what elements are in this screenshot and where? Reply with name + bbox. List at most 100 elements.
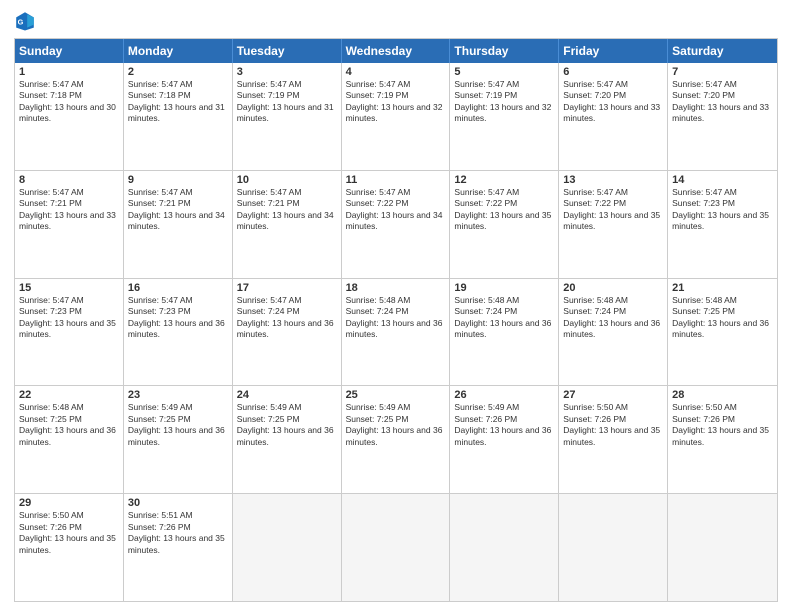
calendar-cell xyxy=(559,494,668,601)
cell-info: Sunrise: 5:47 AMSunset: 7:20 PMDaylight:… xyxy=(672,79,769,123)
cell-info: Sunrise: 5:47 AMSunset: 7:22 PMDaylight:… xyxy=(454,187,551,231)
day-number: 5 xyxy=(454,66,554,78)
header-day: Saturday xyxy=(668,39,777,63)
calendar-cell: 7 Sunrise: 5:47 AMSunset: 7:20 PMDayligh… xyxy=(668,63,777,170)
calendar-cell: 1 Sunrise: 5:47 AMSunset: 7:18 PMDayligh… xyxy=(15,63,124,170)
calendar-row: 22 Sunrise: 5:48 AMSunset: 7:25 PMDaylig… xyxy=(15,386,777,494)
header-day: Monday xyxy=(124,39,233,63)
day-number: 9 xyxy=(128,174,228,186)
cell-info: Sunrise: 5:49 AMSunset: 7:26 PMDaylight:… xyxy=(454,402,551,446)
header-day: Thursday xyxy=(450,39,559,63)
calendar-cell xyxy=(233,494,342,601)
calendar-cell: 20 Sunrise: 5:48 AMSunset: 7:24 PMDaylig… xyxy=(559,279,668,386)
day-number: 20 xyxy=(563,282,663,294)
calendar-cell: 22 Sunrise: 5:48 AMSunset: 7:25 PMDaylig… xyxy=(15,386,124,493)
header-day: Sunday xyxy=(15,39,124,63)
cell-info: Sunrise: 5:47 AMSunset: 7:23 PMDaylight:… xyxy=(672,187,769,231)
day-number: 21 xyxy=(672,282,773,294)
calendar-cell: 11 Sunrise: 5:47 AMSunset: 7:22 PMDaylig… xyxy=(342,171,451,278)
cell-info: Sunrise: 5:49 AMSunset: 7:25 PMDaylight:… xyxy=(346,402,443,446)
cell-info: Sunrise: 5:47 AMSunset: 7:23 PMDaylight:… xyxy=(128,295,225,339)
calendar-cell: 29 Sunrise: 5:50 AMSunset: 7:26 PMDaylig… xyxy=(15,494,124,601)
cell-info: Sunrise: 5:47 AMSunset: 7:21 PMDaylight:… xyxy=(19,187,116,231)
cell-info: Sunrise: 5:50 AMSunset: 7:26 PMDaylight:… xyxy=(672,402,769,446)
calendar-cell: 27 Sunrise: 5:50 AMSunset: 7:26 PMDaylig… xyxy=(559,386,668,493)
calendar-cell: 26 Sunrise: 5:49 AMSunset: 7:26 PMDaylig… xyxy=(450,386,559,493)
day-number: 4 xyxy=(346,66,446,78)
cell-info: Sunrise: 5:48 AMSunset: 7:25 PMDaylight:… xyxy=(672,295,769,339)
day-number: 16 xyxy=(128,282,228,294)
calendar-row: 1 Sunrise: 5:47 AMSunset: 7:18 PMDayligh… xyxy=(15,63,777,171)
logo-icon: G xyxy=(14,10,36,32)
cell-info: Sunrise: 5:50 AMSunset: 7:26 PMDaylight:… xyxy=(19,510,116,554)
calendar-cell: 19 Sunrise: 5:48 AMSunset: 7:24 PMDaylig… xyxy=(450,279,559,386)
page: G SundayMondayTuesdayWednesdayThursdayFr… xyxy=(0,0,792,612)
header-day: Friday xyxy=(559,39,668,63)
calendar-cell: 30 Sunrise: 5:51 AMSunset: 7:26 PMDaylig… xyxy=(124,494,233,601)
cell-info: Sunrise: 5:49 AMSunset: 7:25 PMDaylight:… xyxy=(128,402,225,446)
day-number: 8 xyxy=(19,174,119,186)
day-number: 30 xyxy=(128,497,228,509)
cell-info: Sunrise: 5:47 AMSunset: 7:23 PMDaylight:… xyxy=(19,295,116,339)
cell-info: Sunrise: 5:47 AMSunset: 7:21 PMDaylight:… xyxy=(237,187,334,231)
cell-info: Sunrise: 5:47 AMSunset: 7:18 PMDaylight:… xyxy=(19,79,116,123)
cell-info: Sunrise: 5:47 AMSunset: 7:18 PMDaylight:… xyxy=(128,79,225,123)
calendar-cell: 4 Sunrise: 5:47 AMSunset: 7:19 PMDayligh… xyxy=(342,63,451,170)
calendar-cell: 17 Sunrise: 5:47 AMSunset: 7:24 PMDaylig… xyxy=(233,279,342,386)
day-number: 23 xyxy=(128,389,228,401)
calendar-cell xyxy=(450,494,559,601)
cell-info: Sunrise: 5:47 AMSunset: 7:20 PMDaylight:… xyxy=(563,79,660,123)
cell-info: Sunrise: 5:51 AMSunset: 7:26 PMDaylight:… xyxy=(128,510,225,554)
calendar-header: SundayMondayTuesdayWednesdayThursdayFrid… xyxy=(15,39,777,63)
day-number: 15 xyxy=(19,282,119,294)
calendar-cell: 21 Sunrise: 5:48 AMSunset: 7:25 PMDaylig… xyxy=(668,279,777,386)
svg-text:G: G xyxy=(18,18,24,27)
calendar-cell: 6 Sunrise: 5:47 AMSunset: 7:20 PMDayligh… xyxy=(559,63,668,170)
cell-info: Sunrise: 5:47 AMSunset: 7:24 PMDaylight:… xyxy=(237,295,334,339)
calendar-cell: 9 Sunrise: 5:47 AMSunset: 7:21 PMDayligh… xyxy=(124,171,233,278)
calendar-cell: 24 Sunrise: 5:49 AMSunset: 7:25 PMDaylig… xyxy=(233,386,342,493)
calendar-cell: 15 Sunrise: 5:47 AMSunset: 7:23 PMDaylig… xyxy=(15,279,124,386)
day-number: 12 xyxy=(454,174,554,186)
day-number: 13 xyxy=(563,174,663,186)
cell-info: Sunrise: 5:48 AMSunset: 7:24 PMDaylight:… xyxy=(563,295,660,339)
header: G xyxy=(14,10,778,32)
calendar-cell xyxy=(668,494,777,601)
day-number: 14 xyxy=(672,174,773,186)
calendar-body: 1 Sunrise: 5:47 AMSunset: 7:18 PMDayligh… xyxy=(15,63,777,601)
calendar-cell: 23 Sunrise: 5:49 AMSunset: 7:25 PMDaylig… xyxy=(124,386,233,493)
calendar-row: 8 Sunrise: 5:47 AMSunset: 7:21 PMDayligh… xyxy=(15,171,777,279)
cell-info: Sunrise: 5:50 AMSunset: 7:26 PMDaylight:… xyxy=(563,402,660,446)
cell-info: Sunrise: 5:47 AMSunset: 7:22 PMDaylight:… xyxy=(563,187,660,231)
calendar-cell: 13 Sunrise: 5:47 AMSunset: 7:22 PMDaylig… xyxy=(559,171,668,278)
day-number: 2 xyxy=(128,66,228,78)
cell-info: Sunrise: 5:48 AMSunset: 7:24 PMDaylight:… xyxy=(346,295,443,339)
day-number: 11 xyxy=(346,174,446,186)
day-number: 19 xyxy=(454,282,554,294)
cell-info: Sunrise: 5:49 AMSunset: 7:25 PMDaylight:… xyxy=(237,402,334,446)
header-day: Tuesday xyxy=(233,39,342,63)
cell-info: Sunrise: 5:47 AMSunset: 7:19 PMDaylight:… xyxy=(237,79,334,123)
calendar-cell: 28 Sunrise: 5:50 AMSunset: 7:26 PMDaylig… xyxy=(668,386,777,493)
calendar-cell: 14 Sunrise: 5:47 AMSunset: 7:23 PMDaylig… xyxy=(668,171,777,278)
day-number: 6 xyxy=(563,66,663,78)
calendar-row: 15 Sunrise: 5:47 AMSunset: 7:23 PMDaylig… xyxy=(15,279,777,387)
calendar-cell: 8 Sunrise: 5:47 AMSunset: 7:21 PMDayligh… xyxy=(15,171,124,278)
calendar-cell: 2 Sunrise: 5:47 AMSunset: 7:18 PMDayligh… xyxy=(124,63,233,170)
day-number: 28 xyxy=(672,389,773,401)
calendar-cell: 10 Sunrise: 5:47 AMSunset: 7:21 PMDaylig… xyxy=(233,171,342,278)
day-number: 25 xyxy=(346,389,446,401)
logo: G xyxy=(14,10,40,32)
day-number: 7 xyxy=(672,66,773,78)
cell-info: Sunrise: 5:47 AMSunset: 7:19 PMDaylight:… xyxy=(454,79,551,123)
calendar-cell: 25 Sunrise: 5:49 AMSunset: 7:25 PMDaylig… xyxy=(342,386,451,493)
calendar-cell: 16 Sunrise: 5:47 AMSunset: 7:23 PMDaylig… xyxy=(124,279,233,386)
day-number: 17 xyxy=(237,282,337,294)
calendar-row: 29 Sunrise: 5:50 AMSunset: 7:26 PMDaylig… xyxy=(15,494,777,601)
cell-info: Sunrise: 5:47 AMSunset: 7:19 PMDaylight:… xyxy=(346,79,443,123)
day-number: 10 xyxy=(237,174,337,186)
calendar-cell: 18 Sunrise: 5:48 AMSunset: 7:24 PMDaylig… xyxy=(342,279,451,386)
day-number: 27 xyxy=(563,389,663,401)
cell-info: Sunrise: 5:48 AMSunset: 7:24 PMDaylight:… xyxy=(454,295,551,339)
day-number: 3 xyxy=(237,66,337,78)
